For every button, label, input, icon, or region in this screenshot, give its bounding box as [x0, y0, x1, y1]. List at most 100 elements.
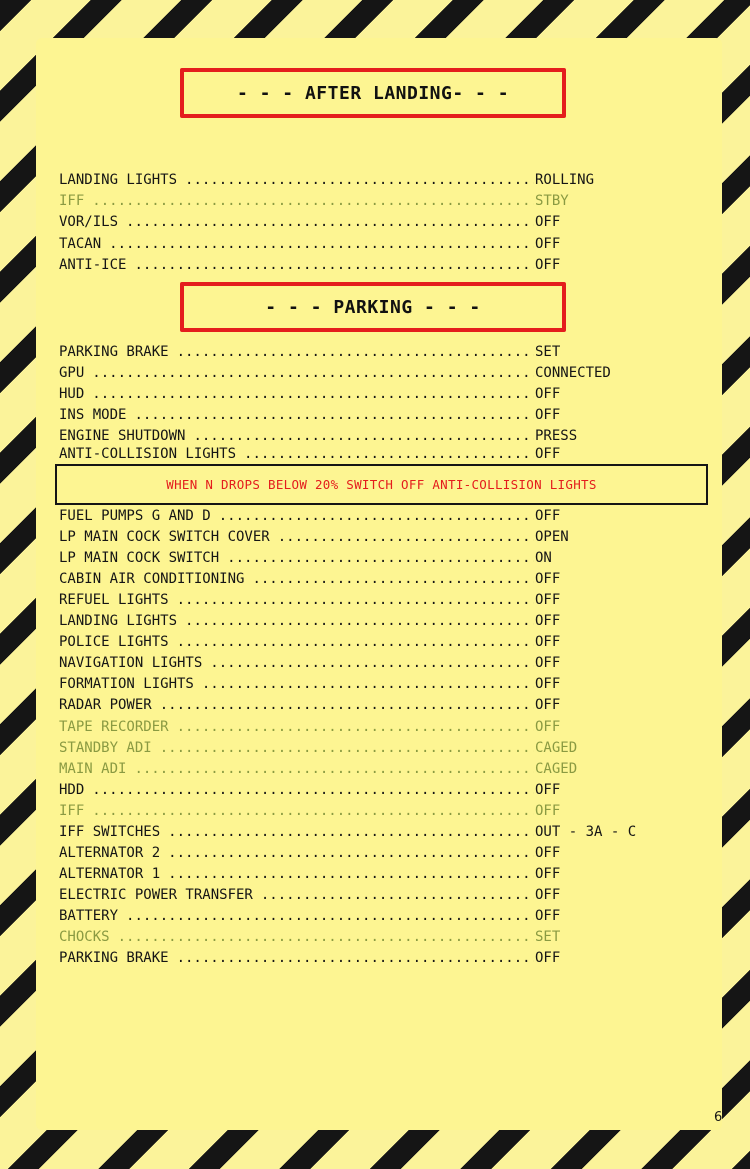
page-number: 6: [714, 1110, 723, 1125]
checklist-item: MAIN ADI................................…: [59, 760, 679, 778]
checklist-item: REFUEL LIGHTS...........................…: [59, 591, 679, 609]
checklist-item-label: MAIN ADI: [59, 760, 127, 777]
checklist-item: ENGINE SHUTDOWN.........................…: [59, 427, 679, 445]
checklist-item: CHOCKS..................................…: [59, 928, 679, 946]
leader-dots: ........................................…: [176, 634, 534, 651]
checklist-item-label: ALTERNATOR 1: [59, 865, 161, 882]
checklist-item-label: FUEL PUMPS G AND D: [59, 508, 211, 524]
checklist-item-label: NAVIGATION LIGHTS: [59, 655, 203, 672]
checklist-item-value: OFF: [535, 508, 561, 524]
checklist-item: PARKING BRAKE...........................…: [59, 343, 679, 361]
checklist-item: IFF.....................................…: [59, 192, 679, 210]
checklist-item-value: OFF: [535, 886, 561, 903]
section-title-after-landing: - - - AFTER LANDING- - -: [180, 68, 566, 118]
checklist-item: ELECTRIC POWER TRANSFER.................…: [59, 886, 679, 904]
leader-dots: ........................................…: [210, 655, 534, 672]
checklist-item: RADAR POWER.............................…: [59, 696, 679, 714]
leader-dots: ........................................…: [244, 446, 534, 462]
checklist-item-value: OFF: [535, 613, 561, 630]
checklist-item: LANDING LIGHTS..........................…: [59, 171, 679, 189]
checklist-item: ALTERNATOR 2............................…: [59, 844, 679, 862]
checklist-item-value: STBY: [535, 193, 569, 210]
warning-text: WHEN N DROPS BELOW 20% SWITCH OFF ANTI-C…: [166, 477, 597, 492]
checklist-item-label: ANTI-COLLISION LIGHTS: [59, 446, 237, 462]
checklist-item-value: OFF: [535, 655, 561, 672]
leader-dots: ........................................…: [176, 344, 534, 360]
leader-dots: ........................................…: [109, 235, 534, 252]
checklist-item-value: OFF: [535, 844, 561, 861]
leader-dots: ........................................…: [176, 950, 534, 967]
checklist-item-label: BATTERY: [59, 907, 119, 924]
checklist-item-value: OFF: [535, 214, 561, 231]
leader-dots: ........................................…: [168, 865, 534, 882]
checklist-item-value: OFF: [535, 634, 561, 651]
leader-dots: ........................................…: [134, 760, 534, 777]
checklist-item-label: GPU: [59, 365, 85, 382]
checklist-item-value: CONNECTED: [535, 365, 611, 382]
checklist-item-value: OFF: [535, 386, 561, 403]
checklist-item-label: CABIN AIR CONDITIONING: [59, 571, 245, 588]
section-title-parking: - - - PARKING - - -: [180, 282, 566, 332]
parking-title-text: - - - PARKING - - -: [265, 296, 481, 318]
checklist-item-value: OFF: [535, 446, 561, 462]
leader-dots: ........................................…: [201, 676, 534, 693]
leader-dots: ........................................…: [159, 739, 534, 756]
leader-dots: ........................................…: [168, 844, 534, 861]
checklist-item-label: ALTERNATOR 2: [59, 844, 161, 861]
checklist-item-label: LP MAIN COCK SWITCH COVER: [59, 529, 270, 546]
checklist-item: NAVIGATION LIGHTS.......................…: [59, 654, 679, 672]
checklist-item-label: ELECTRIC POWER TRANSFER: [59, 886, 253, 903]
checklist-item-label: CHOCKS: [59, 929, 110, 945]
checklist-item-label: PARKING BRAKE: [59, 950, 169, 967]
checklist-item-label: IFF: [59, 802, 85, 819]
leader-dots: ........................................…: [134, 256, 534, 273]
checklist-item-label: RADAR POWER: [59, 697, 152, 714]
leader-dots: ........................................…: [92, 193, 534, 210]
checklist-item-value: PRESS: [535, 428, 578, 445]
leader-dots: ........................................…: [168, 823, 534, 840]
leader-dots: ........................................…: [218, 508, 534, 524]
leader-dots: ........................................…: [92, 802, 534, 819]
checklist-item-label: LANDING LIGHTS: [59, 172, 178, 188]
checklist-item: TAPE RECORDER...........................…: [59, 718, 679, 736]
checklist-item: ANTI-COLLISION LIGHTS...................…: [59, 445, 679, 463]
leader-dots: ........................................…: [92, 781, 534, 798]
checklist-item-value: OFF: [535, 676, 561, 693]
checklist-item: STANDBY ADI.............................…: [59, 739, 679, 757]
leader-dots: ........................................…: [252, 571, 534, 588]
checklist-item-value: SET: [535, 344, 561, 360]
checklist-item-label: STANDBY ADI: [59, 739, 152, 756]
leader-dots: ........................................…: [227, 550, 534, 567]
checklist-item-label: LANDING LIGHTS: [59, 613, 178, 630]
checklist-item-value: OFF: [535, 235, 561, 252]
checklist-item-value: OPEN: [535, 529, 569, 546]
checklist-item-value: OFF: [535, 256, 561, 273]
leader-dots: ........................................…: [176, 718, 534, 735]
leader-dots: ........................................…: [126, 907, 534, 924]
checklist-item-label: TAPE RECORDER: [59, 718, 169, 735]
warning-box: WHEN N DROPS BELOW 20% SWITCH OFF ANTI-C…: [55, 464, 708, 505]
checklist-item-label: LP MAIN COCK SWITCH: [59, 550, 220, 567]
checklist-item-value: OFF: [535, 571, 561, 588]
checklist-item-value: ROLLING: [535, 172, 595, 188]
checklist-item: VOR/ILS.................................…: [59, 213, 679, 231]
checklist-item-value: OFF: [535, 781, 561, 798]
checklist-item: HUD.....................................…: [59, 385, 679, 403]
checklist-item-value: OFF: [535, 865, 561, 882]
checklist-item: POLICE LIGHTS...........................…: [59, 633, 679, 651]
checklist-item-value: OFF: [535, 907, 561, 924]
checklist-item-label: IFF SWITCHES: [59, 823, 161, 840]
checklist-item-value: CAGED: [535, 760, 578, 777]
checklist-item-label: ANTI-ICE: [59, 256, 127, 273]
leader-dots: ........................................…: [185, 172, 534, 188]
leader-dots: ........................................…: [92, 386, 534, 403]
checklist-item: BATTERY.................................…: [59, 907, 679, 925]
checklist-item-value: OFF: [535, 592, 561, 609]
leader-dots: ........................................…: [260, 886, 534, 903]
checklist-item-value: OFF: [535, 407, 561, 424]
leader-dots: ........................................…: [134, 407, 534, 424]
checklist-item-value: OFF: [535, 802, 561, 819]
checklist-item: LP MAIN COCK SWITCH COVER...............…: [59, 528, 679, 546]
leader-dots: ........................................…: [277, 529, 534, 546]
checklist-item: FORMATION LIGHTS........................…: [59, 675, 679, 693]
